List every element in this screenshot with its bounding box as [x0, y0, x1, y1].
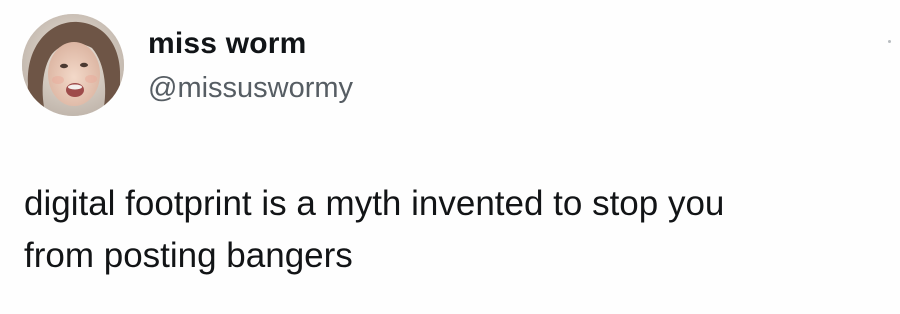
tweet-text-line: from posting bangers [24, 236, 353, 275]
profile-avatar[interactable] [22, 14, 124, 116]
author-display-name[interactable]: miss worm [148, 27, 307, 61]
author-handle[interactable]: @missuswormy [148, 72, 353, 105]
tweet-text: digital footprint is a myth invented to … [24, 178, 884, 282]
avatar-photo-icon [22, 14, 124, 116]
more-options-icon[interactable] [888, 40, 891, 43]
tweet-card: miss worm @missuswormy digital footprint… [0, 0, 900, 314]
tweet-text-line: digital footprint is a myth invented to … [24, 184, 725, 223]
